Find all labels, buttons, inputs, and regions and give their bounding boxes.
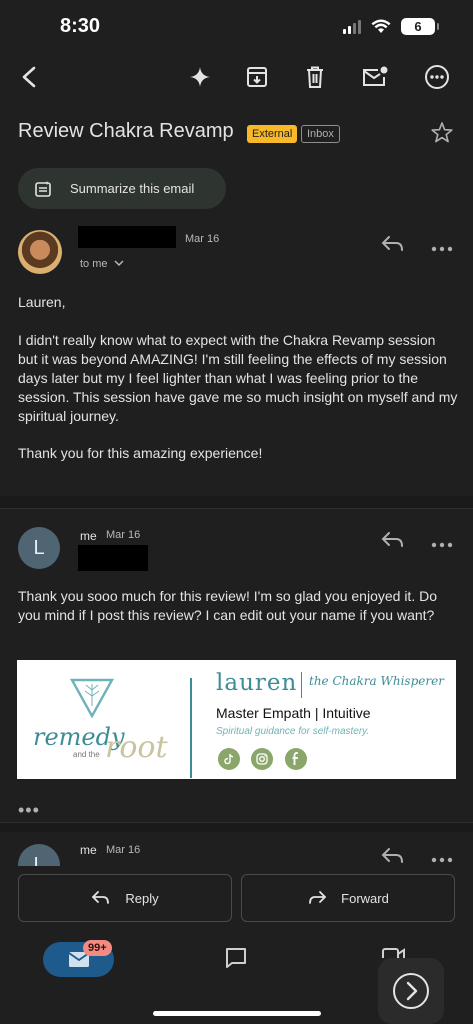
status-time: 8:30 xyxy=(60,15,101,37)
reply-icon[interactable] xyxy=(380,530,406,555)
nav-meet-tab[interactable] xyxy=(382,946,406,958)
wifi-icon xyxy=(371,19,391,33)
show-trimmed-content-icon[interactable]: ••• xyxy=(18,800,40,821)
divider xyxy=(0,822,473,823)
message-date: Mar 16 xyxy=(106,844,141,856)
sender-avatar[interactable]: L xyxy=(18,527,60,569)
sender-avatar: L xyxy=(18,844,60,866)
reply-icon[interactable] xyxy=(380,234,406,259)
brand-and-the: and the xyxy=(73,750,100,759)
battery-icon: 6 xyxy=(401,18,439,35)
more-options-icon[interactable] xyxy=(422,62,452,92)
next-message-button[interactable] xyxy=(378,958,444,1024)
email-subject: Review Chakra Revamp xyxy=(18,120,234,142)
redacted-sender-name xyxy=(78,226,176,248)
message-more-icon[interactable] xyxy=(430,851,454,866)
chat-icon xyxy=(226,948,246,968)
gemini-sparkle-icon[interactable] xyxy=(185,62,215,92)
home-indicator[interactable] xyxy=(153,1011,321,1016)
instagram-icon[interactable] xyxy=(251,748,273,770)
message-separator xyxy=(0,496,473,508)
message-more-icon[interactable] xyxy=(430,536,454,554)
signal-icon xyxy=(343,19,361,34)
forward-icon xyxy=(309,891,327,904)
redacted-recipient xyxy=(78,545,148,571)
status-icons: 6 xyxy=(343,18,439,35)
name-divider xyxy=(301,672,302,698)
mark-unread-icon[interactable] xyxy=(360,62,390,92)
summarize-label: Summarize this email xyxy=(70,181,195,196)
brand-root: root xyxy=(105,730,168,765)
email-signature-image: remedy and the root lauren the Chakra Wh… xyxy=(17,660,456,779)
signature-divider xyxy=(190,678,192,778)
forward-label: Forward xyxy=(341,890,389,906)
star-icon[interactable] xyxy=(430,121,454,150)
sender-name: me xyxy=(80,843,97,857)
reply-label: Reply xyxy=(125,890,159,906)
nav-chat-tab[interactable] xyxy=(224,946,248,975)
message-closing: Thank you for this amazing experience! xyxy=(18,445,263,461)
archive-icon[interactable] xyxy=(242,62,272,92)
external-label: External xyxy=(247,125,298,143)
message-paragraph: I didn't really know what to expect with… xyxy=(18,332,458,424)
divider xyxy=(0,508,473,509)
summarize-icon xyxy=(35,180,51,197)
signature-script-title: the Chakra Whisperer xyxy=(309,674,444,688)
to-me-text: to me xyxy=(80,258,108,270)
message-date: Mar 16 xyxy=(106,529,141,541)
summarize-email-button[interactable]: Summarize this email xyxy=(18,168,226,209)
inbox-label[interactable]: Inbox xyxy=(301,125,340,143)
back-arrow-icon[interactable] xyxy=(14,62,44,92)
chevron-right-icon xyxy=(393,973,429,1009)
signature-role: Master Empath | Intuitive xyxy=(216,705,371,721)
collapsed-message[interactable]: L me Mar 16 xyxy=(0,832,473,866)
tiktok-icon[interactable] xyxy=(218,748,240,770)
message-body: Thank you sooo much for this review! I'm… xyxy=(18,588,437,623)
sender-name: me xyxy=(80,529,97,543)
facebook-icon[interactable] xyxy=(285,748,307,770)
message-separator xyxy=(0,822,473,832)
message-greeting: Lauren, xyxy=(18,294,66,310)
signature-name: lauren xyxy=(216,670,298,696)
reply-icon xyxy=(92,891,110,904)
message-more-icon[interactable] xyxy=(430,240,454,258)
signature-tagline: Spiritual guidance for self-mastery. xyxy=(216,726,370,737)
reply-button[interactable]: Reply xyxy=(18,874,232,922)
chevron-down-icon xyxy=(114,260,124,267)
forward-button[interactable]: Forward xyxy=(241,874,455,922)
recipient-details[interactable]: to me xyxy=(80,258,124,270)
unread-count-badge: 99+ xyxy=(83,940,112,956)
reply-icon[interactable] xyxy=(380,846,406,866)
delete-icon[interactable] xyxy=(300,62,330,92)
triangle-logo-icon xyxy=(69,678,115,719)
message-date: Mar 16 xyxy=(185,233,220,245)
sender-avatar[interactable] xyxy=(18,230,62,274)
video-icon xyxy=(382,948,405,958)
